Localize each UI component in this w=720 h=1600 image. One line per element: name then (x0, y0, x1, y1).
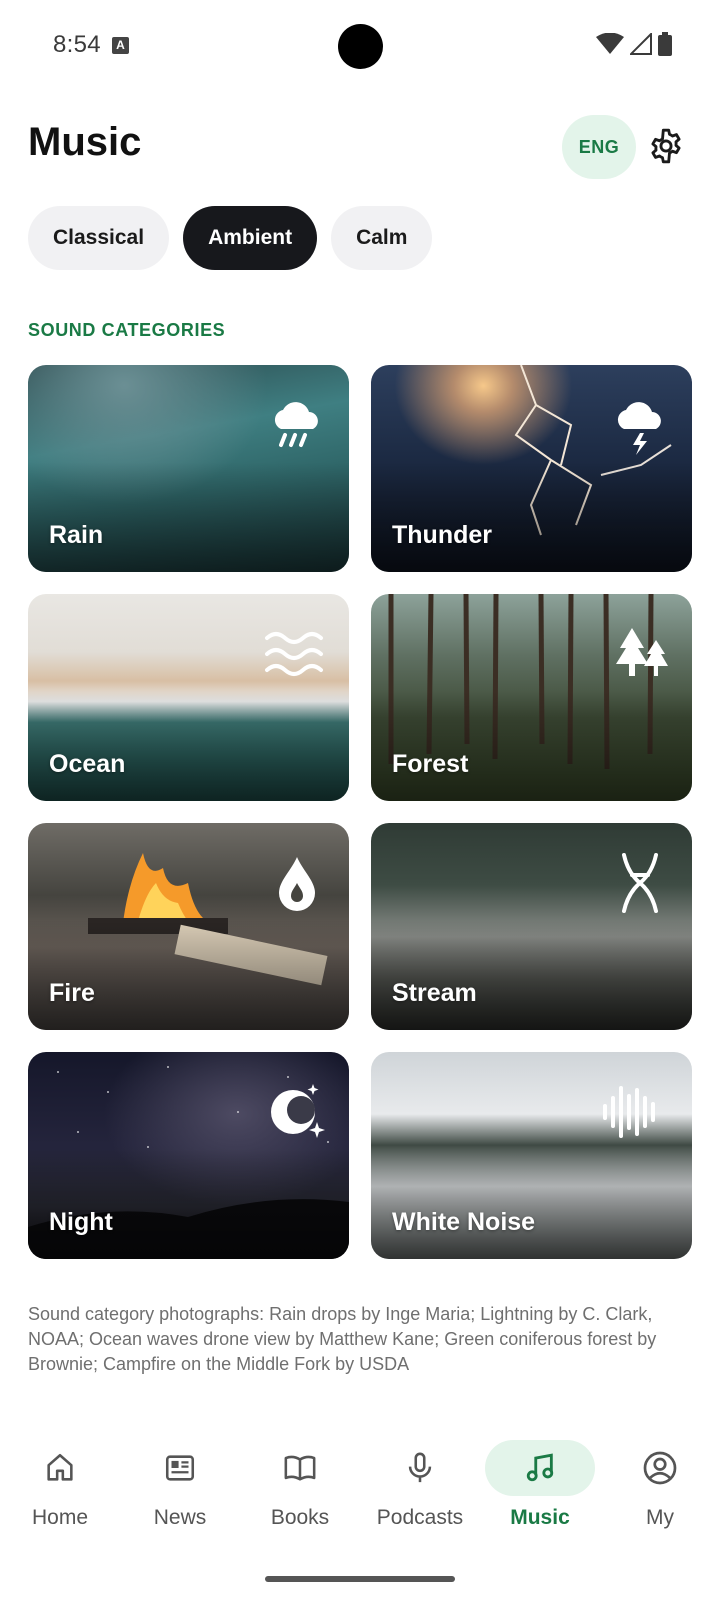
status-bar: 8:54 A (0, 0, 720, 90)
category-label-thunder: Thunder (392, 521, 492, 549)
chip-classical[interactable]: Classical (28, 206, 170, 270)
nav-label-home: Home (31, 1506, 89, 1529)
photo-credits: Sound category photographs: Rain drops b… (28, 1304, 657, 1374)
stream-icon (622, 853, 658, 913)
category-card-thunder[interactable]: Thunder (371, 365, 692, 572)
gear-icon (651, 128, 681, 164)
category-card-ocean[interactable]: Ocean (28, 594, 349, 801)
page-title: Music (28, 120, 142, 164)
chip-ambient[interactable]: Ambient (183, 206, 318, 270)
nav-music-pill (485, 1440, 595, 1496)
nav-item-podcasts[interactable]: Podcasts (360, 1430, 480, 1560)
category-card-forest[interactable]: Forest (371, 594, 692, 801)
nav-label-music: Music (510, 1506, 570, 1529)
category-label-forest: Forest (392, 750, 469, 778)
category-label-white-noise: White Noise (392, 1208, 536, 1236)
category-label-fire: Fire (49, 979, 95, 1007)
home-indicator[interactable] (265, 1576, 455, 1582)
nav-item-news[interactable]: News (120, 1430, 240, 1560)
nav-label-news: News (153, 1506, 207, 1529)
category-card-fire[interactable]: Fire (28, 823, 349, 1030)
nav-news-pill (125, 1440, 235, 1496)
category-card-night[interactable]: Night (28, 1052, 349, 1259)
category-label-night: Night (49, 1208, 113, 1236)
nav-podcasts-pill (365, 1440, 475, 1496)
nav-item-home[interactable]: Home (0, 1430, 120, 1560)
genre-chips: Classical Ambient Calm (28, 206, 433, 270)
nav-home-pill (5, 1440, 115, 1496)
trees-icon (616, 628, 668, 676)
wifi-icon (596, 33, 624, 54)
chip-calm[interactable]: Calm (331, 206, 433, 270)
nav-item-music[interactable]: Music (480, 1430, 600, 1560)
microphone-icon (408, 1452, 432, 1483)
music-note-icon (526, 1453, 554, 1482)
thunder-cloud-icon (617, 402, 661, 455)
nav-item-my[interactable]: My (600, 1430, 720, 1560)
waves-icon (265, 632, 323, 676)
nav-books-pill (245, 1440, 355, 1496)
nav-label-my: My (646, 1506, 674, 1529)
nav-label-podcasts: Podcasts (376, 1506, 464, 1529)
signal-icon (630, 33, 652, 55)
rain-cloud-icon (274, 402, 318, 447)
drop-icon (279, 857, 315, 911)
category-grid: Rain Thunder Ocean Forest Fire Stream Ni… (28, 365, 692, 1259)
home-icon (47, 1453, 73, 1481)
settings-button[interactable] (644, 124, 688, 168)
book-icon (284, 1455, 316, 1481)
account-icon (643, 1451, 677, 1485)
moon-stars-icon (271, 1084, 325, 1138)
category-label-rain: Rain (49, 521, 104, 549)
category-label-stream: Stream (392, 979, 477, 1007)
nav-label-books: Books (270, 1506, 330, 1529)
status-icons (596, 32, 672, 56)
category-card-rain[interactable]: Rain (28, 365, 349, 572)
status-time: 8:54 (53, 31, 101, 58)
bottom-navigation: Home News Books Podcasts Music My (0, 1430, 720, 1560)
nav-item-books[interactable]: Books (240, 1430, 360, 1560)
camera-cutout (338, 24, 383, 69)
notification-icon: A (112, 37, 129, 54)
nav-my-pill (605, 1440, 715, 1496)
language-button[interactable]: ENG (562, 115, 636, 179)
battery-icon (658, 32, 672, 56)
sound-wave-icon (603, 1086, 655, 1138)
category-label-ocean: Ocean (49, 750, 126, 778)
category-card-stream[interactable]: Stream (371, 823, 692, 1030)
category-card-white-noise[interactable]: White Noise (371, 1052, 692, 1259)
section-label: SOUND CATEGORIES (28, 320, 226, 340)
news-icon (165, 1455, 195, 1481)
